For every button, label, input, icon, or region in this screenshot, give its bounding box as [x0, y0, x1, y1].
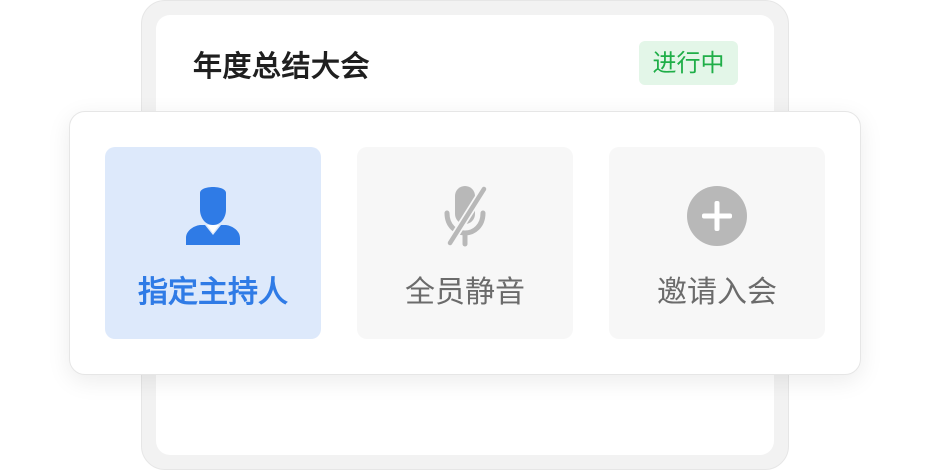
- invite-join-label: 邀请入会: [657, 275, 777, 310]
- status-badge: 进行中: [639, 41, 738, 85]
- assign-host-button[interactable]: 指定主持人: [105, 147, 321, 339]
- plus-circle-icon: [687, 186, 747, 246]
- meeting-title: 年度总结大会: [193, 49, 371, 83]
- mic-muted-icon: [444, 185, 488, 247]
- assign-host-label: 指定主持人: [138, 275, 288, 310]
- invite-join-button[interactable]: 邀请入会: [609, 147, 825, 339]
- mute-all-label: 全员静音: [405, 275, 525, 310]
- host-person-icon: [186, 187, 240, 245]
- mute-all-button[interactable]: 全员静音: [357, 147, 573, 339]
